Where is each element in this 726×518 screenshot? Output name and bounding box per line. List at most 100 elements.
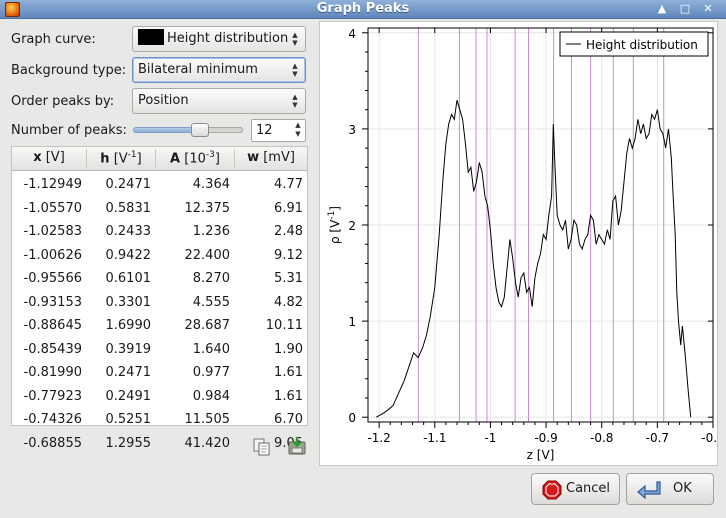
height-distribution-series[interactable]	[376, 99, 692, 418]
cancel-button[interactable]: Cancel	[531, 473, 620, 505]
table-cell: 0.6101	[105, 271, 152, 286]
y-tick-label: 2	[348, 219, 356, 233]
y-tick-label: 1	[348, 315, 356, 329]
column-header-h[interactable]: h [V-1]	[87, 150, 155, 166]
table-cell: 0.3301	[105, 294, 152, 310]
table-cell: -0.85439	[23, 341, 82, 357]
x-tick-label: -1.1	[423, 431, 446, 445]
table-cell: -0.95566	[23, 271, 82, 286]
shade-window-icon[interactable]: ▲	[654, 2, 670, 16]
background-type-label: Background type:	[11, 63, 127, 78]
graph-curve-combo[interactable]: Height distribution ▲ ▼	[132, 26, 306, 52]
table-cell: 9.12	[274, 247, 303, 263]
table-cell: 1.6990	[105, 318, 152, 333]
table-cell: -1.12949	[23, 177, 82, 192]
num-peaks-slider[interactable]	[133, 123, 243, 137]
num-peaks-value: 12	[256, 123, 273, 138]
table-row[interactable]: -0.85439 0.3919 1.640 1.90	[12, 338, 307, 361]
column-header-w[interactable]: w [mV]	[235, 150, 307, 165]
table-cell: 0.2471	[105, 365, 152, 380]
table-cell: 0.2491	[105, 388, 152, 404]
table-cell: 22.400	[184, 247, 231, 263]
table-cell: -1.00626	[23, 247, 82, 263]
peaks-graph[interactable]: -1.2 -1.1 -1 -0.9 -0.8 -0.7 -0.6 0 1 2 3 4 z [V] ρ [V…	[319, 21, 725, 466]
table-cell: -0.68855	[23, 435, 82, 451]
graph-curve-value: Height distribution	[167, 31, 289, 46]
table-row[interactable]: -1.02583 0.2433 1.236 2.48	[12, 220, 307, 243]
y-tick-label: 3	[348, 123, 356, 137]
table-cell: -0.88645	[23, 318, 82, 333]
table-row[interactable]: -1.12949 0.2471 4.364 4.77	[12, 173, 307, 196]
title-bar[interactable]: Graph Peaks ▲ □ ✕	[0, 0, 726, 19]
order-peaks-label: Order peaks by:	[11, 94, 115, 109]
table-cell: 4.555	[192, 294, 230, 310]
maximize-window-icon[interactable]: □	[677, 2, 693, 16]
table-row[interactable]: -1.00626 0.9422 22.400 9.12	[12, 244, 307, 267]
num-peaks-label: Number of peaks:	[11, 123, 127, 138]
spin-arrows-icon[interactable]: ▲ ▼	[293, 121, 303, 139]
combo-arrows-icon: ▲ ▼	[292, 31, 298, 47]
table-cell: 12.375	[184, 200, 231, 216]
x-tick-label: -0.6	[701, 431, 717, 445]
copy-icon[interactable]	[252, 437, 272, 457]
background-type-combo[interactable]: Bilateral minimum ▲ ▼	[132, 57, 306, 83]
ok-label: OK	[673, 481, 692, 496]
table-cell: 0.984	[192, 388, 230, 404]
curve-color-swatch	[138, 29, 164, 45]
table-cell: 41.420	[184, 435, 231, 451]
num-peaks-spinbox[interactable]: 12 ▲ ▼	[251, 119, 306, 142]
table-cell: 4.364	[192, 177, 230, 192]
x-tick-label: -0.8	[590, 431, 613, 445]
table-cell: -1.02583	[23, 224, 82, 239]
table-row[interactable]: -0.81990 0.2471 0.977 1.61	[12, 361, 307, 384]
table-cell: 1.61	[274, 365, 303, 380]
table-cell: 8.270	[192, 271, 230, 286]
save-icon[interactable]	[287, 436, 307, 456]
table-cell: -0.81990	[23, 365, 82, 380]
combo-arrows-icon: ▲ ▼	[292, 93, 298, 109]
x-tick-label: -1	[484, 431, 496, 445]
table-cell: -0.74326	[23, 412, 82, 427]
cancel-label: Cancel	[566, 481, 611, 496]
table-cell: -0.77923	[23, 388, 82, 404]
table-cell: 11.505	[184, 412, 231, 427]
table-row[interactable]: -0.93153 0.3301 4.555 4.82	[12, 291, 307, 314]
y-axis-label: ρ [V-1]	[327, 206, 342, 244]
column-header-a[interactable]: A [10-3]	[156, 150, 234, 166]
table-cell: 0.977	[192, 365, 230, 380]
table-cell: 0.2433	[105, 224, 152, 239]
stop-icon	[542, 480, 562, 500]
column-header-x[interactable]: x [V]	[12, 150, 86, 165]
table-cell: 4.77	[274, 177, 303, 192]
peaks-table: x [V] h [V-1] A [10-3] w [mV] -1.12949 0.…	[11, 146, 308, 451]
table-cell: 5.31	[274, 271, 303, 286]
table-row[interactable]: -0.88645 1.6990 28.687 10.11	[12, 314, 307, 337]
close-window-icon[interactable]: ✕	[700, 2, 716, 16]
table-cell: 1.2955	[105, 435, 152, 451]
table-row[interactable]: -0.74326 0.5251 11.505 6.70	[12, 408, 307, 431]
order-peaks-value: Position	[138, 93, 189, 108]
x-tick-label: -0.9	[534, 431, 557, 445]
table-cell: 1.236	[192, 224, 230, 239]
ok-button[interactable]: OK	[626, 473, 714, 505]
graph-curve-label: Graph curve:	[11, 32, 96, 47]
table-cell: 0.9422	[105, 247, 152, 263]
table-cell: 0.2471	[105, 177, 152, 192]
background-type-value: Bilateral minimum	[138, 62, 258, 77]
y-tick-label: 0	[348, 411, 356, 425]
table-cell: 2.48	[274, 224, 303, 239]
order-peaks-combo[interactable]: Position ▲ ▼	[132, 88, 306, 114]
table-cell: -1.05570	[23, 200, 82, 216]
table-row[interactable]: -1.05570 0.5831 12.375 6.91	[12, 197, 307, 220]
table-cell: 4.82	[274, 294, 303, 310]
slider-thumb[interactable]	[190, 123, 209, 137]
table-cell: 1.61	[274, 388, 303, 404]
chart-svg[interactable]: -1.2 -1.1 -1 -0.9 -0.8 -0.7 -0.6 0 1 2 3 4 z [V] ρ [V…	[320, 22, 725, 465]
x-tick-label: -0.7	[646, 431, 669, 445]
table-row[interactable]: -0.95566 0.6101 8.270 5.31	[12, 267, 307, 290]
table-cell: 1.90	[274, 341, 303, 357]
table-row[interactable]: -0.77923 0.2491 0.984 1.61	[12, 385, 307, 408]
table-cell: 1.640	[192, 341, 230, 357]
table-cell: 0.3919	[105, 341, 152, 357]
table-cell: 6.91	[274, 200, 303, 216]
